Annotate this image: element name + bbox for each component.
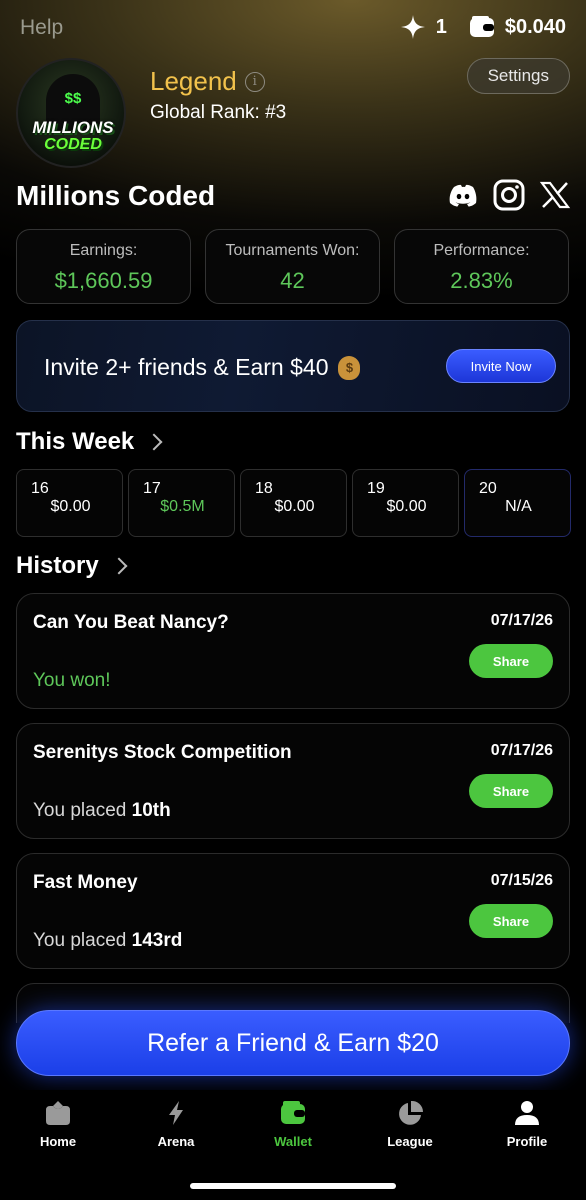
refer-friend-button[interactable]: Refer a Friend & Earn $20 bbox=[16, 1010, 570, 1076]
stat-value: $1,660.59 bbox=[54, 268, 153, 293]
day-amount: N/A bbox=[505, 498, 532, 515]
avatar-text-top: MILLIONS bbox=[32, 118, 114, 137]
pie-chart-icon bbox=[399, 1100, 424, 1125]
day-amount: $0.00 bbox=[50, 498, 91, 515]
tier-label: Legend i bbox=[150, 66, 265, 97]
tournament-result: You placed 143rd bbox=[33, 930, 182, 952]
discord-icon[interactable] bbox=[446, 178, 480, 212]
balance-value[interactable]: $0.040 bbox=[505, 16, 566, 39]
stat-value: 42 bbox=[280, 268, 305, 293]
home-indicator bbox=[190, 1183, 396, 1189]
tournament-result: You won! bbox=[33, 670, 111, 691]
tab-wallet[interactable]: Wallet bbox=[243, 1100, 343, 1149]
tab-arena[interactable]: Arena bbox=[126, 1100, 226, 1149]
tournament-date: 07/17/26 bbox=[490, 612, 553, 629]
stat-performance: Performance: 2.83% bbox=[394, 229, 569, 304]
info-icon[interactable]: i bbox=[244, 71, 265, 92]
avatar-text-bottom: CODED bbox=[44, 136, 102, 153]
instagram-icon[interactable] bbox=[492, 178, 526, 212]
stat-value: 2.83% bbox=[450, 268, 513, 293]
day-number: 17 bbox=[143, 480, 161, 497]
day-amount: $0.00 bbox=[386, 498, 427, 515]
tab-label: League bbox=[387, 1134, 433, 1149]
tab-league[interactable]: League bbox=[360, 1100, 460, 1149]
invite-now-button[interactable]: Invite Now bbox=[446, 349, 556, 383]
day-card[interactable]: 19 $0.00 bbox=[352, 469, 459, 537]
day-number: 16 bbox=[31, 480, 49, 497]
x-icon[interactable] bbox=[538, 178, 572, 212]
history-card[interactable]: Fast Money 07/15/26 Share You placed 143… bbox=[16, 853, 570, 969]
person-icon bbox=[515, 1101, 539, 1125]
invite-text: Invite 2+ friends & Earn $40 bbox=[44, 354, 361, 381]
history-card[interactable]: Can You Beat Nancy? 07/17/26 Share You w… bbox=[16, 593, 570, 709]
this-week-header[interactable]: This Week bbox=[16, 428, 163, 456]
tournament-title: Serenitys Stock Competition bbox=[33, 742, 292, 763]
tab-label: Arena bbox=[157, 1134, 195, 1149]
sparkle-icon bbox=[400, 15, 425, 39]
profile-name: Millions Coded bbox=[16, 180, 216, 211]
chevron-right-icon bbox=[110, 557, 128, 575]
avatar-dollar-eyes: $$ bbox=[64, 90, 82, 107]
tier-name: Legend bbox=[150, 66, 237, 96]
tournament-title: Can You Beat Nancy? bbox=[33, 612, 229, 633]
tournament-result: You placed 10th bbox=[33, 800, 171, 822]
result-prefix: You placed bbox=[33, 800, 127, 821]
placement: 10th bbox=[131, 800, 171, 821]
money-bag-icon bbox=[338, 355, 361, 380]
day-number: 19 bbox=[367, 480, 385, 497]
placement: 143rd bbox=[131, 930, 183, 951]
section-title: History bbox=[16, 552, 99, 579]
share-button[interactable]: Share bbox=[469, 774, 553, 808]
tab-home[interactable]: Home bbox=[8, 1100, 108, 1149]
history-card[interactable]: Serenitys Stock Competition 07/17/26 Sha… bbox=[16, 723, 570, 839]
tab-profile[interactable]: Profile bbox=[477, 1100, 577, 1149]
gems-count: 1 bbox=[435, 15, 447, 38]
section-title: This Week bbox=[16, 428, 135, 455]
tournament-title: Fast Money bbox=[33, 872, 138, 893]
day-card-current[interactable]: 20 N/A bbox=[464, 469, 571, 537]
tab-label: Home bbox=[39, 1134, 77, 1149]
chevron-right-icon bbox=[145, 433, 163, 451]
day-number: 20 bbox=[479, 480, 497, 497]
day-card[interactable]: 17 $0.5M bbox=[128, 469, 235, 537]
tournament-date: 07/15/26 bbox=[490, 872, 553, 889]
result-prefix: You placed bbox=[33, 930, 127, 951]
wallet-icon bbox=[281, 1101, 305, 1124]
settings-button[interactable]: Settings bbox=[466, 58, 570, 94]
global-rank: Global Rank: #3 bbox=[150, 102, 287, 123]
lightning-icon bbox=[169, 1101, 183, 1125]
wallet-icon[interactable] bbox=[469, 15, 495, 39]
day-amount: $0.00 bbox=[274, 498, 315, 515]
stat-tournaments-won: Tournaments Won: 42 bbox=[205, 229, 380, 304]
invite-label: Invite 2+ friends & Earn $40 bbox=[44, 354, 329, 380]
tournament-date: 07/17/26 bbox=[490, 742, 553, 759]
day-card[interactable]: 16 $0.00 bbox=[16, 469, 123, 537]
home-icon bbox=[46, 1101, 70, 1125]
share-button[interactable]: Share bbox=[469, 644, 553, 678]
top-status: 1 $0.040 bbox=[400, 14, 566, 40]
help-link[interactable]: Help bbox=[20, 16, 63, 40]
day-card[interactable]: 18 $0.00 bbox=[240, 469, 347, 537]
stat-label: Earnings: bbox=[69, 242, 138, 259]
stat-label: Tournaments Won: bbox=[225, 242, 360, 259]
share-button[interactable]: Share bbox=[469, 904, 553, 938]
tab-label: Wallet bbox=[274, 1134, 312, 1149]
avatar[interactable]: $$ MILLIONS CODED bbox=[16, 58, 126, 168]
day-number: 18 bbox=[255, 480, 273, 497]
day-amount: $0.5M bbox=[160, 498, 205, 515]
tab-label: Profile bbox=[506, 1134, 548, 1149]
stat-label: Performance: bbox=[433, 242, 530, 259]
history-header[interactable]: History bbox=[16, 552, 128, 580]
stat-earnings: Earnings: $1,660.59 bbox=[16, 229, 191, 304]
